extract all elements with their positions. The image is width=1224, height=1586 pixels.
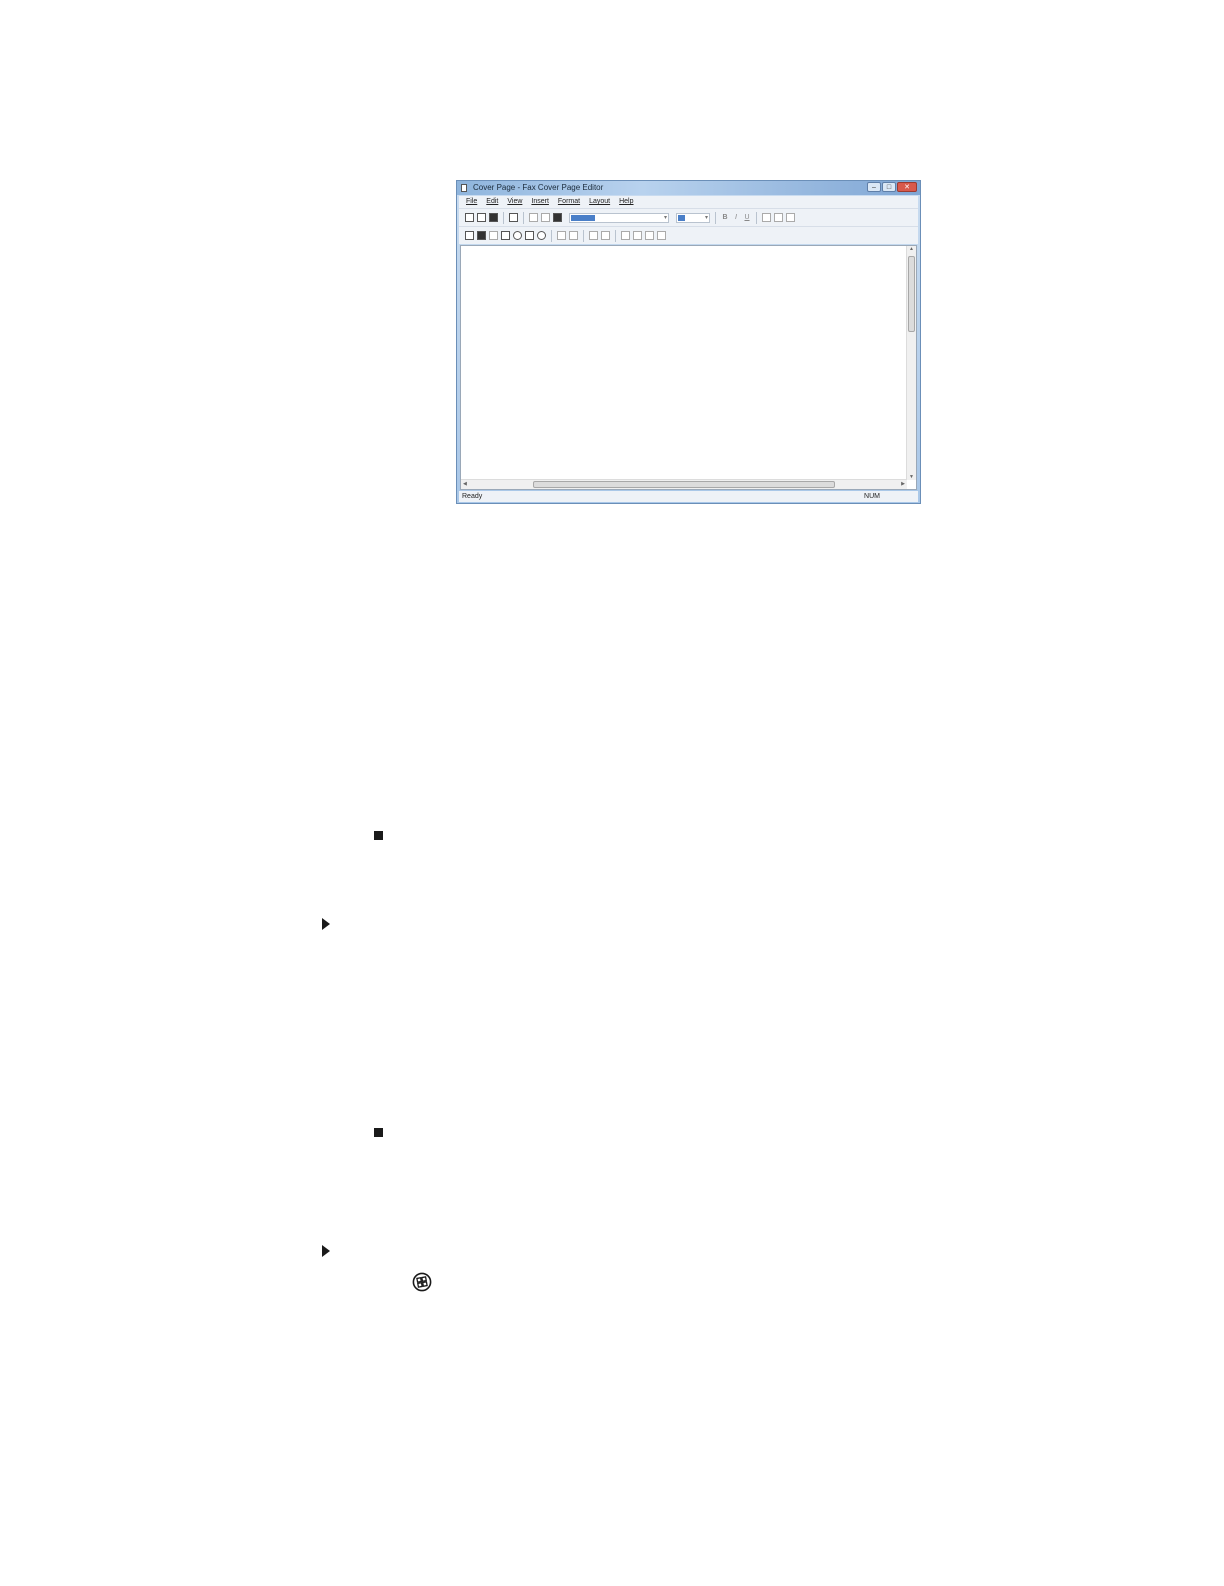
toolbar-separator — [503, 211, 504, 224]
chevron-down-icon: ▾ — [704, 214, 708, 221]
scroll-down-icon[interactable]: ▼ — [907, 474, 916, 480]
align-left-icon[interactable] — [762, 213, 771, 222]
save-icon[interactable] — [489, 213, 498, 222]
vertical-scroll-thumb[interactable] — [908, 256, 915, 332]
text-tool-icon[interactable] — [477, 231, 486, 240]
menu-layout[interactable]: Layout — [589, 196, 610, 208]
send-to-back-icon[interactable] — [569, 231, 578, 240]
toolbar-separator — [615, 229, 616, 242]
status-bar: Ready NUM — [459, 491, 918, 502]
window-title: Cover Page - Fax Cover Page Editor — [473, 183, 604, 192]
drawing-toolbar — [459, 226, 918, 244]
fax-cover-page-editor-window: Cover Page - Fax Cover Page Editor – □ ✕… — [456, 180, 921, 504]
align-rights-icon[interactable] — [633, 231, 642, 240]
document-icon — [461, 184, 467, 192]
menu-format[interactable]: Format — [558, 196, 580, 208]
bring-to-front-icon[interactable] — [557, 231, 566, 240]
toolbar-separator — [715, 211, 716, 224]
menu-file[interactable]: File — [466, 196, 477, 208]
menu-bar: File Edit View Insert Format Layout Help — [459, 196, 918, 208]
font-size-selection — [678, 214, 685, 221]
minimize-button[interactable]: – — [867, 182, 881, 192]
scroll-right-icon[interactable]: ▶ — [901, 480, 905, 488]
align-bottoms-icon[interactable] — [657, 231, 666, 240]
status-num-lock: NUM — [864, 493, 880, 500]
polygon-tool-icon[interactable] — [525, 231, 534, 240]
print-icon[interactable] — [509, 213, 518, 222]
copy-icon[interactable] — [541, 213, 550, 222]
font-name-combo[interactable]: ▾ — [569, 212, 669, 223]
scroll-left-icon[interactable]: ◀ — [463, 480, 467, 488]
paste-icon[interactable] — [553, 213, 562, 222]
cut-icon[interactable] — [529, 213, 538, 222]
menu-insert[interactable]: Insert — [531, 196, 549, 208]
align-lefts-icon[interactable] — [621, 231, 630, 240]
standard-toolbar: ▾ ▾ B I U — [459, 208, 918, 226]
bold-button[interactable]: B — [721, 214, 729, 221]
maximize-button[interactable]: □ — [882, 182, 896, 192]
rectangle-tool-icon[interactable] — [501, 231, 510, 240]
open-folder-icon[interactable] — [477, 213, 486, 222]
align-tops-icon[interactable] — [645, 231, 654, 240]
horizontal-scroll-thumb[interactable] — [533, 481, 835, 488]
vertical-scrollbar[interactable]: ▲ ▼ — [906, 246, 916, 480]
windows-start-icon — [412, 1272, 432, 1292]
square-bullet-icon — [374, 831, 383, 840]
triangle-arrow-icon — [322, 1245, 330, 1257]
select-pointer-icon[interactable] — [465, 231, 474, 240]
square-bullet-icon — [374, 1128, 383, 1137]
font-size-combo[interactable]: ▾ — [676, 212, 710, 223]
align-center-icon[interactable] — [774, 213, 783, 222]
toolbar-separator — [583, 229, 584, 242]
toolbar-separator — [551, 229, 552, 242]
align-right-icon[interactable] — [786, 213, 795, 222]
editor-canvas[interactable]: ▲ ▼ ◀ ▶ — [460, 245, 917, 490]
triangle-arrow-icon — [322, 918, 330, 930]
toolbar-separator — [756, 211, 757, 224]
chevron-down-icon: ▾ — [663, 214, 667, 221]
underline-button[interactable]: U — [743, 214, 751, 221]
line-tool-icon[interactable] — [489, 231, 498, 240]
window-controls: – □ ✕ — [867, 182, 917, 192]
ellipse-tool-icon[interactable] — [537, 231, 546, 240]
close-button[interactable]: ✕ — [897, 182, 917, 192]
horizontal-scrollbar[interactable]: ◀ ▶ — [461, 479, 907, 489]
status-ready: Ready — [462, 493, 483, 500]
scroll-up-icon[interactable]: ▲ — [907, 246, 916, 252]
italic-button[interactable]: I — [732, 214, 740, 221]
menu-help[interactable]: Help — [619, 196, 633, 208]
rounded-rectangle-tool-icon[interactable] — [513, 231, 522, 240]
title-bar: Cover Page - Fax Cover Page Editor – □ ✕ — [457, 181, 920, 195]
new-document-icon[interactable] — [465, 213, 474, 222]
space-across-icon[interactable] — [589, 231, 598, 240]
menu-view[interactable]: View — [507, 196, 522, 208]
space-down-icon[interactable] — [601, 231, 610, 240]
menu-edit[interactable]: Edit — [486, 196, 498, 208]
toolbar-separator — [523, 211, 524, 224]
font-name-selection — [571, 214, 595, 221]
